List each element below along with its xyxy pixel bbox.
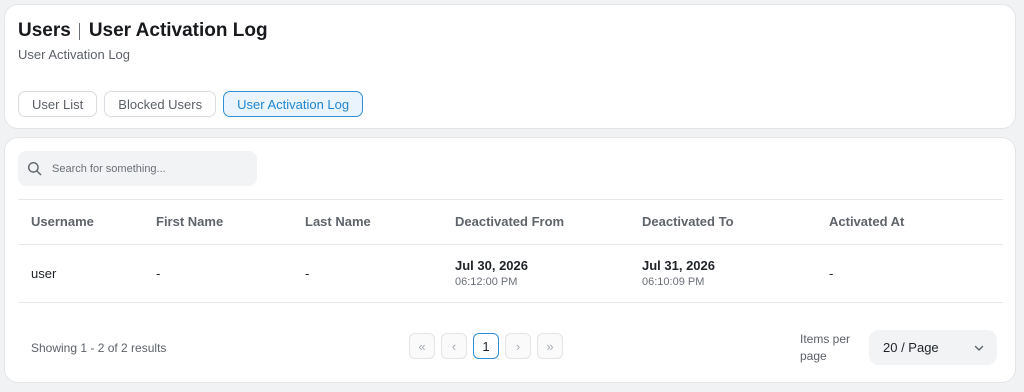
cell-last-name: - [305,266,310,281]
page-title-text: User Activation Log [88,20,268,41]
page-size-value: 20 / Page [883,340,939,355]
search-icon [27,161,42,176]
pagination: « ‹ 1 › » [409,333,563,359]
activation-log-card: Username First Name Last Name Deactivate… [4,137,1016,383]
table-row[interactable]: user - - Jul 30, 2026 06:12:00 PM Jul 31… [18,245,1003,303]
cell-deactivated-from: Jul 30, 2026 06:12:00 PM [455,258,528,288]
page-number-button[interactable]: 1 [473,333,499,359]
items-per-page-label: Items per page [800,332,851,363]
tab-bar: User List Blocked Users User Activation … [18,91,364,117]
page-subtitle: User Activation Log [18,47,131,62]
column-header-deactivated-to[interactable]: Deactivated To [642,214,734,229]
column-header-deactivated-from[interactable]: Deactivated From [455,214,564,229]
deactivated-to-date: Jul 31, 2026 [642,258,715,273]
prev-page-button[interactable]: ‹ [441,333,467,359]
tab-user-list[interactable]: User List [18,91,98,117]
column-header-username[interactable]: Username [31,214,94,229]
cell-first-name: - [156,266,161,281]
page-size-select[interactable]: 20 / Page [869,330,997,365]
breadcrumb-separator [78,22,80,40]
cell-activated-at: - [829,266,834,281]
deactivated-from-date: Jul 30, 2026 [455,258,528,273]
search-input[interactable] [52,162,242,175]
deactivated-from-time: 06:12:00 PM [455,276,518,288]
first-page-button[interactable]: « [409,333,435,359]
results-summary: Showing 1 - 2 of 2 results [31,341,167,355]
tab-user-activation-log[interactable]: User Activation Log [223,91,364,117]
column-header-first-name[interactable]: First Name [156,214,223,229]
page-title: Users User Activation Log [18,20,268,42]
breadcrumb-root[interactable]: Users [18,20,71,42]
search-box[interactable] [18,151,257,186]
chevron-down-icon [974,345,984,351]
activation-log-table: Username First Name Last Name Deactivate… [18,199,1003,303]
cell-username: user [31,266,57,281]
cell-deactivated-to: Jul 31, 2026 06:10:09 PM [642,258,715,288]
deactivated-to-time: 06:10:09 PM [642,276,705,288]
tab-blocked-users[interactable]: Blocked Users [104,91,217,117]
page-header-card: Users User Activation Log User Activatio… [4,4,1016,129]
next-page-button[interactable]: › [505,333,531,359]
table-header: Username First Name Last Name Deactivate… [18,199,1003,245]
last-page-button[interactable]: » [537,333,563,359]
column-header-last-name[interactable]: Last Name [305,214,371,229]
column-header-activated-at[interactable]: Activated At [829,214,904,229]
